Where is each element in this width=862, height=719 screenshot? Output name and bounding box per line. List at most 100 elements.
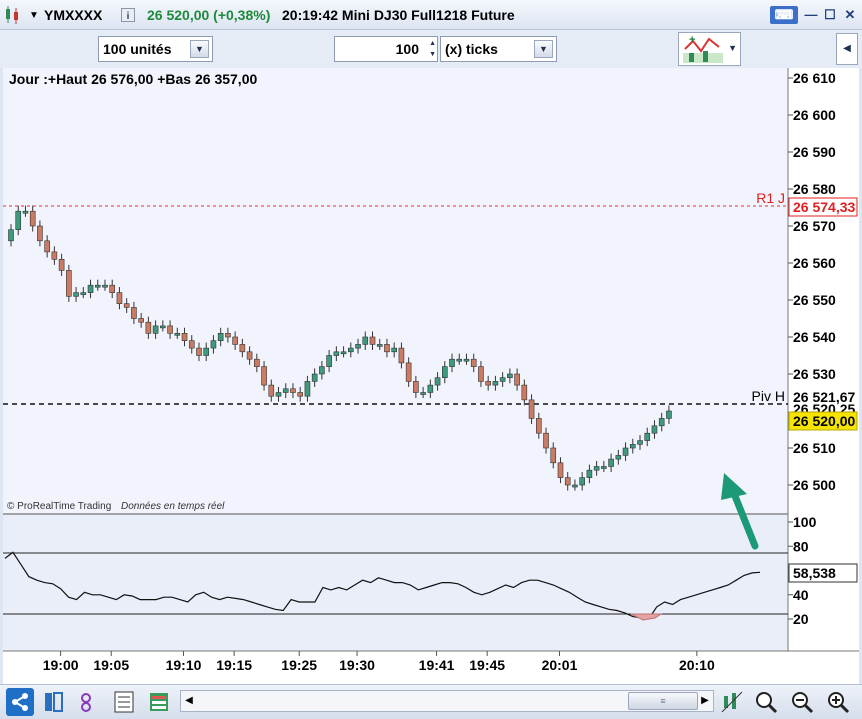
candle-body [340, 351, 347, 355]
candle-body [492, 381, 499, 386]
candle-body [362, 336, 369, 345]
scroll-right-icon[interactable]: ▶ [697, 692, 713, 710]
candle-body [333, 351, 340, 356]
candle-body [152, 325, 159, 334]
candle-body [521, 384, 528, 401]
time-tick-label: 20:10 [679, 657, 715, 673]
chevron-down-icon[interactable]: ▼ [190, 40, 209, 58]
candle-body [145, 321, 152, 334]
time-tick-label: 19:45 [469, 657, 505, 673]
minimize-icon[interactable]: — [801, 6, 821, 24]
scroll-thumb[interactable]: ≡ [628, 692, 698, 710]
candle-body [398, 347, 405, 364]
table-icon[interactable] [145, 688, 173, 716]
zoom-reset-icon[interactable] [752, 688, 780, 716]
watermark-note: Données en temps réel [121, 501, 225, 512]
share-icon[interactable] [6, 688, 34, 716]
time-tick-label: 19:30 [339, 657, 375, 673]
candle-body [181, 332, 188, 341]
candle-body [210, 340, 217, 349]
candle-body [456, 358, 463, 362]
candle-body [528, 399, 535, 419]
price-tick-label: 26 590 [793, 144, 836, 160]
panel-toggle-button[interactable]: ◀ [836, 33, 858, 65]
candle-body [188, 340, 195, 349]
chart-header: Jour :+Haut 26 576,00 +Bas 26 357,00 [9, 71, 257, 87]
close-icon[interactable]: ✕ [840, 6, 860, 24]
symbol-dropdown-icon[interactable]: ▼ [29, 10, 39, 21]
osc-value: 58,538 [793, 565, 836, 581]
candle-body [434, 377, 441, 386]
candle-body [261, 366, 267, 386]
list-icon[interactable] [110, 688, 138, 716]
price-chart: 26 610 26 600 26 590 26 580 26 570 26 560 26 5… [3, 68, 859, 684]
price-tick-label: 26 580 [793, 181, 836, 197]
time-tick-label: 19:05 [93, 657, 129, 673]
candle-body [29, 210, 36, 227]
candle-body [572, 484, 578, 488]
toolbar: 100 unités ▼ 100 ▲ ▼ (x) ticks ▼ + ▼ ◀ [0, 30, 862, 68]
candle-body [174, 332, 181, 336]
price-tick-label: 26 530 [793, 366, 836, 382]
chevron-down-icon[interactable]: ▼ [728, 43, 737, 53]
candle-body [593, 466, 600, 471]
candle-body [304, 381, 311, 397]
candle-body [384, 344, 390, 353]
candle-body [449, 358, 455, 367]
candle-body [326, 355, 332, 367]
candle-body [629, 443, 636, 449]
candle-body [355, 344, 361, 349]
candle-body [651, 425, 658, 434]
units-combo[interactable]: 100 unités ▼ [98, 36, 213, 62]
scroll-left-icon[interactable]: ◀ [181, 692, 197, 710]
time-tick-label: 20:01 [542, 657, 578, 673]
spinner-icon[interactable]: ▲ ▼ [422, 38, 436, 60]
candle-body [463, 358, 470, 362]
chart-area[interactable]: 26 610 26 600 26 590 26 580 26 570 26 560 26 5… [3, 68, 859, 684]
candle-body [160, 325, 166, 329]
candle-body [507, 373, 513, 378]
candle-body [8, 229, 14, 242]
symbol-label[interactable]: YMXXXX [44, 7, 102, 23]
price-tick-label: 26 510 [793, 440, 836, 456]
link-icon[interactable] [76, 688, 104, 716]
candle-body [66, 270, 72, 297]
candle-body [550, 447, 557, 464]
candle-body [478, 366, 484, 382]
ticks-input[interactable]: 100 ▲ ▼ [334, 36, 438, 62]
time-tick-label: 19:00 [43, 657, 79, 673]
units-combo-value: 100 unités [103, 41, 172, 57]
candle-body [586, 469, 593, 478]
candle-body [232, 336, 238, 345]
candle-body [102, 284, 108, 288]
candle-body [348, 347, 354, 353]
svg-text:i: i [127, 11, 130, 22]
price-tick-label: 26 540 [793, 329, 836, 345]
osc-tick-label: 100 [793, 514, 817, 530]
price-tick-label: 26 500 [793, 477, 836, 493]
price-panel-bg [3, 68, 788, 514]
candle-body [485, 381, 491, 386]
zoom-out-icon[interactable] [788, 688, 816, 716]
ticks-mode-combo[interactable]: (x) ticks ▼ [440, 36, 557, 62]
autoscale-icon[interactable] [718, 688, 746, 716]
maximize-icon[interactable]: ☐ [820, 6, 840, 24]
layout-icon[interactable] [40, 688, 68, 716]
candle-body [535, 418, 542, 434]
candle-body [131, 307, 137, 319]
osc-tick-label: 40 [793, 587, 809, 603]
candle-body [116, 292, 123, 305]
instrument-info-icon[interactable]: i [121, 8, 135, 25]
add-indicator-button[interactable]: + ▼ [678, 32, 741, 66]
candlestick-icon[interactable] [4, 5, 20, 28]
zoom-in-icon[interactable] [824, 688, 852, 716]
time-scrollbar[interactable]: ◀ ≡ ▶ [180, 690, 714, 712]
price-tick-label: 26 550 [793, 292, 836, 308]
candle-body [413, 381, 419, 393]
candle-body [514, 373, 520, 386]
candle-body [290, 388, 296, 393]
price-tick-label: 26 560 [793, 255, 836, 271]
candle-body [58, 259, 65, 271]
chevron-down-icon[interactable]: ▼ [534, 40, 553, 58]
keyboard-icon[interactable]: ⌨ [770, 6, 798, 24]
